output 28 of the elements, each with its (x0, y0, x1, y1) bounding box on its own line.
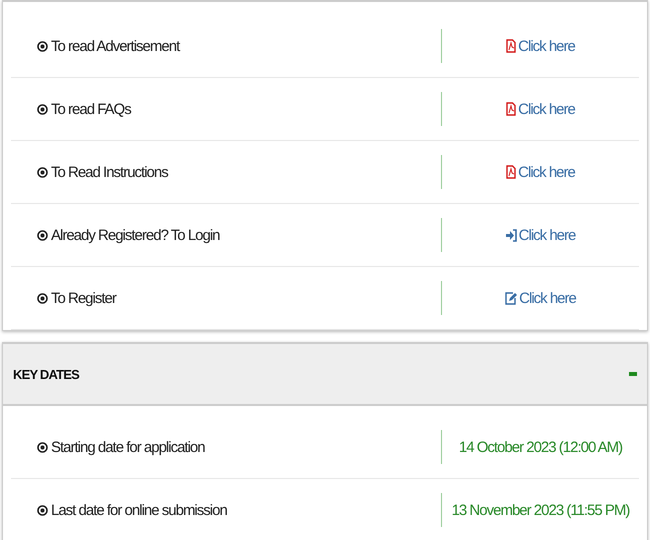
row-label: Already Registered? To Login (51, 226, 220, 244)
radio-bullet-icon (37, 166, 48, 178)
sign-in-icon (506, 228, 517, 242)
row-label: To read Advertisement (51, 38, 180, 54)
row-label: Starting date for application (51, 438, 205, 456)
click-here-link[interactable]: Click here (506, 100, 575, 118)
row-label: Last date for online submission (51, 502, 227, 518)
radio-bullet-icon (37, 104, 48, 114)
row-label: To Read Instructions (51, 164, 168, 180)
radio-bullet-icon (37, 230, 48, 240)
section-header[interactable]: KEY DATES (3, 344, 647, 406)
section-title: KEY DATES (13, 366, 80, 382)
pdf-file-icon (506, 102, 516, 116)
row-label: To read FAQs (51, 100, 131, 118)
radio-bullet-icon (37, 442, 48, 452)
click-here-link[interactable]: Click here (506, 38, 575, 54)
pdf-file-icon (506, 165, 516, 179)
click-here-link[interactable]: Click here (506, 226, 576, 244)
radio-bullet-icon (37, 40, 48, 52)
pdf-file-icon (506, 39, 516, 53)
click-here-link[interactable]: Click here (505, 290, 576, 306)
click-here-link[interactable]: Click here (506, 164, 575, 180)
date-value: 13 November 2023 (11:55 PM) (452, 502, 630, 518)
row-label: To Register (51, 290, 116, 306)
radio-bullet-icon (37, 292, 48, 304)
edit-icon (505, 291, 518, 305)
radio-bullet-icon (37, 504, 48, 516)
date-value: 14 October 2023 (12:00 AM) (458, 438, 622, 456)
